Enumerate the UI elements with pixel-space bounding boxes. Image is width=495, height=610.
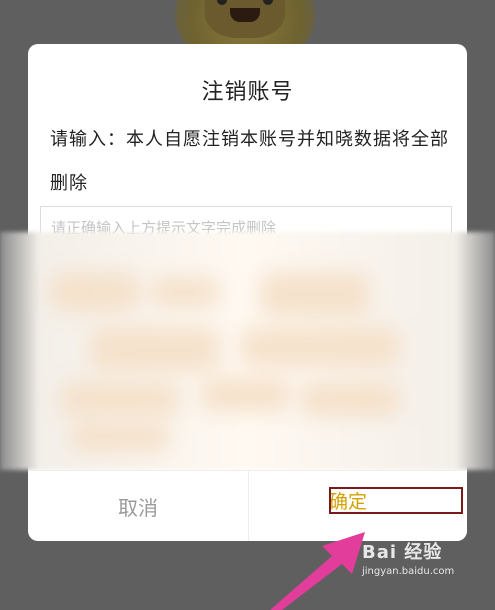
watermark-url: jingyan.baidu.com (362, 566, 455, 577)
dialog-title: 注销账号 (201, 80, 294, 105)
blurred-content-area (0, 232, 495, 470)
dialog-message: 请输入：本人自愿注销本账号并知晓数据将全部删除 (50, 129, 449, 194)
cancel-button[interactable]: 取消 (28, 471, 248, 541)
avatar-mouth (230, 8, 260, 22)
baidu-jingyan-watermark: Bai 经验 jingyan.baidu.com (362, 538, 492, 588)
watermark-brand: Bai 经验 (362, 542, 443, 563)
